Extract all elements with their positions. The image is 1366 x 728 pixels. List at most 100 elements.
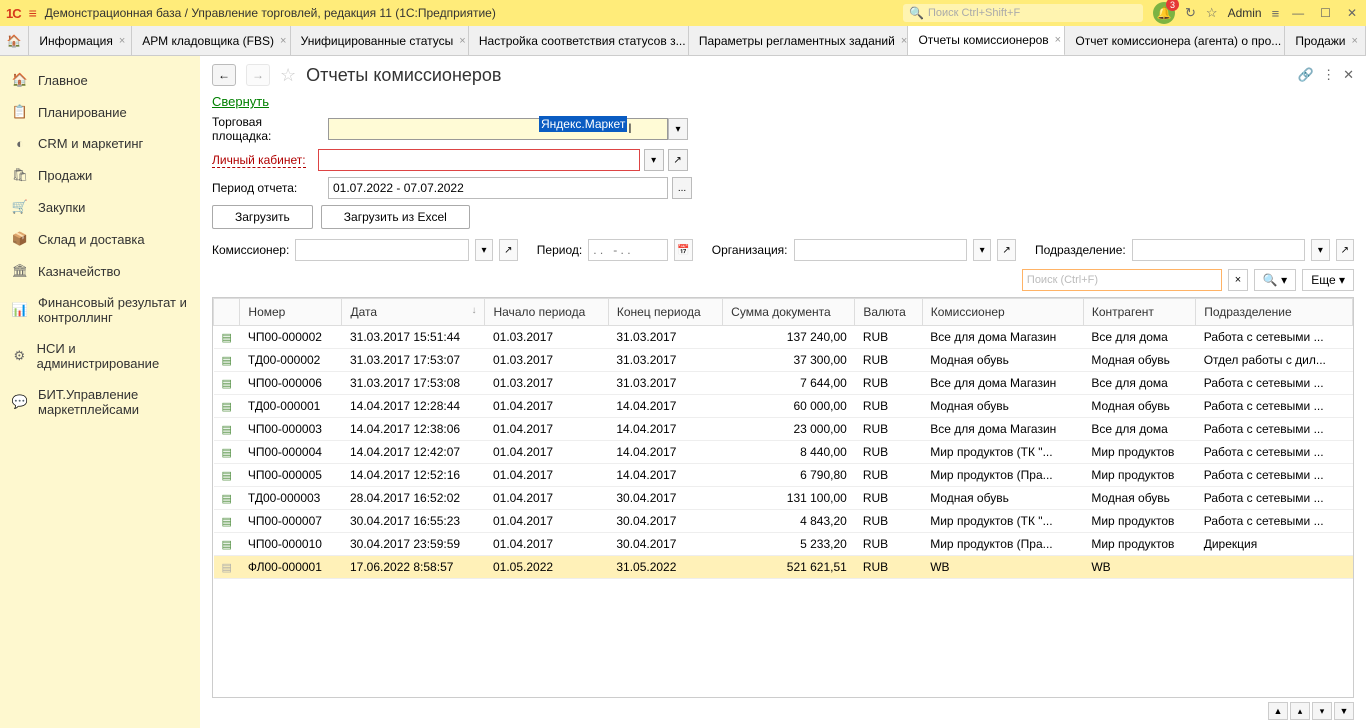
col-3[interactable]: Конец периода xyxy=(608,299,722,326)
tab-close-icon[interactable]: × xyxy=(1352,35,1358,47)
account-label[interactable]: Личный кабинет: xyxy=(212,153,306,168)
table-row[interactable]: ▤ ЧП00-000005 14.04.2017 12:52:16 01.04.… xyxy=(214,464,1353,487)
hamburger-icon[interactable]: ≡ xyxy=(29,5,37,21)
window-maximize[interactable]: ☐ xyxy=(1317,6,1334,20)
dept-input[interactable] xyxy=(1132,239,1306,261)
org-open[interactable]: ↗ xyxy=(997,239,1015,261)
nav-back[interactable]: ← xyxy=(212,64,236,86)
col-5[interactable]: Валюта xyxy=(855,299,922,326)
table-row[interactable]: ▤ ЧП00-000007 30.04.2017 16:55:23 01.04.… xyxy=(214,510,1353,533)
col-6[interactable]: Комиссионер xyxy=(922,299,1083,326)
pager-bottom[interactable]: ▼ xyxy=(1334,702,1354,720)
calendar-icon[interactable]: 📅 xyxy=(674,239,692,261)
doc-status-icon: ▤ xyxy=(222,562,232,574)
cell-ctr: Все для дома xyxy=(1083,326,1195,349)
col-2[interactable]: Начало периода xyxy=(485,299,608,326)
global-search-input[interactable] xyxy=(928,7,1128,19)
tab-close-icon[interactable]: × xyxy=(1055,34,1061,46)
link-icon[interactable]: 🔗 xyxy=(1298,67,1314,83)
tab-1[interactable]: АРМ кладовщика (FBS)× xyxy=(132,26,290,55)
table-row[interactable]: ▤ ФЛ00-000001 17.06.2022 8:58:57 01.05.2… xyxy=(214,556,1353,579)
cell-sum: 6 790,80 xyxy=(723,464,855,487)
table-row[interactable]: ▤ ЧП00-000002 31.03.2017 15:51:44 01.03.… xyxy=(214,326,1353,349)
tab-6[interactable]: Отчет комиссионера (агента) о про...× xyxy=(1065,26,1285,55)
table-row[interactable]: ▤ ЧП00-000006 31.03.2017 17:53:08 01.03.… xyxy=(214,372,1353,395)
load-excel-button[interactable]: Загрузить из Excel xyxy=(321,205,470,229)
cell-start: 01.04.2017 xyxy=(485,533,608,556)
sidebar-item-9[interactable]: 💬БИТ.Управление маркетплейсами xyxy=(0,379,200,425)
tab-3[interactable]: Настройка соответствия статусов з...× xyxy=(469,26,689,55)
commissioner-open[interactable]: ↗ xyxy=(499,239,517,261)
tab-0[interactable]: Информация× xyxy=(29,26,132,55)
marketplace-dropdown[interactable]: ▾ xyxy=(668,118,688,140)
sidebar-item-8[interactable]: ⚙НСИ и администрирование xyxy=(0,333,200,379)
favorite-toggle[interactable]: ☆ xyxy=(280,65,296,86)
tab-2[interactable]: Унифицированные статусы× xyxy=(291,26,469,55)
dept-dd[interactable]: ▾ xyxy=(1311,239,1329,261)
pager-top[interactable]: ▲ xyxy=(1268,702,1288,720)
window-minimize[interactable]: — xyxy=(1289,6,1307,20)
search-btn[interactable]: 🔍 ▾ xyxy=(1254,269,1296,291)
menu-lines-icon[interactable]: ≡ xyxy=(1272,6,1280,21)
cell-date: 17.06.2022 8:58:57 xyxy=(342,556,485,579)
account-dropdown[interactable]: ▾ xyxy=(644,149,664,171)
table-search[interactable] xyxy=(1022,269,1222,291)
account-input[interactable] xyxy=(318,149,640,171)
load-button[interactable]: Загрузить xyxy=(212,205,313,229)
cell-date: 31.03.2017 17:53:07 xyxy=(342,349,485,372)
sidebar-item-5[interactable]: 📦Склад и доставка xyxy=(0,223,200,255)
col-8[interactable]: Подразделение xyxy=(1196,299,1353,326)
sidebar-item-3[interactable]: 🛍Продажи xyxy=(0,159,200,191)
org-input[interactable] xyxy=(794,239,968,261)
pager-down[interactable]: ▾ xyxy=(1312,702,1332,720)
tab-7[interactable]: Продажи× xyxy=(1285,26,1366,55)
marketplace-input[interactable] xyxy=(328,118,668,140)
tab-close-icon[interactable]: × xyxy=(459,35,465,47)
date-filter-input[interactable] xyxy=(588,239,668,261)
table-row[interactable]: ▤ ТД00-000003 28.04.2017 16:52:02 01.04.… xyxy=(214,487,1353,510)
history-icon[interactable]: ↻ xyxy=(1185,5,1196,21)
table-row[interactable]: ▤ ТД00-000002 31.03.2017 17:53:07 01.03.… xyxy=(214,349,1353,372)
content-header: ← → ☆ Отчеты комиссионеров 🔗 ⋮ ✕ xyxy=(212,64,1354,86)
kebab-icon[interactable]: ⋮ xyxy=(1322,67,1335,83)
sidebar-item-7[interactable]: 📊Финансовый результат и контроллинг xyxy=(0,287,200,333)
sidebar-item-6[interactable]: 🏛Казначейство xyxy=(0,255,200,287)
star-icon[interactable]: ☆ xyxy=(1206,5,1218,21)
dept-open[interactable]: ↗ xyxy=(1336,239,1354,261)
table-row[interactable]: ▤ ЧП00-000010 30.04.2017 23:59:59 01.04.… xyxy=(214,533,1353,556)
table-search-clear[interactable]: × xyxy=(1228,269,1248,291)
notifications-bell[interactable]: 🔔 3 xyxy=(1153,2,1175,24)
sidebar-item-2[interactable]: ◐CRM и маркетинг xyxy=(0,128,200,159)
commissioner-dd[interactable]: ▾ xyxy=(475,239,493,261)
commissioner-input[interactable] xyxy=(295,239,469,261)
table-row[interactable]: ▤ ТД00-000001 14.04.2017 12:28:44 01.04.… xyxy=(214,395,1353,418)
tab-close-icon[interactable]: × xyxy=(280,35,286,47)
period-input[interactable] xyxy=(328,177,668,199)
user-label[interactable]: Admin xyxy=(1228,6,1262,20)
pager-up[interactable]: ▴ xyxy=(1290,702,1310,720)
col-4[interactable]: Сумма документа xyxy=(723,299,855,326)
window-close[interactable]: ✕ xyxy=(1344,6,1360,20)
period-picker[interactable]: ... xyxy=(672,177,692,199)
org-dd[interactable]: ▾ xyxy=(973,239,991,261)
table-row[interactable]: ▤ ЧП00-000004 14.04.2017 12:42:07 01.04.… xyxy=(214,441,1353,464)
dept-label: Подразделение: xyxy=(1035,243,1126,257)
table-row[interactable]: ▤ ЧП00-000003 14.04.2017 12:38:06 01.04.… xyxy=(214,418,1353,441)
col-1[interactable]: Дата↓ xyxy=(342,299,485,326)
sidebar-item-4[interactable]: 🛒Закупки xyxy=(0,191,200,223)
tab-4[interactable]: Параметры регламентных заданий× xyxy=(689,26,909,55)
more-btn[interactable]: Еще ▾ xyxy=(1302,269,1354,291)
collapse-link[interactable]: Свернуть xyxy=(212,94,1354,109)
close-icon[interactable]: ✕ xyxy=(1343,67,1354,83)
sidebar-item-0[interactable]: 🏠Главное xyxy=(0,64,200,96)
tab-5[interactable]: Отчеты комиссионеров× xyxy=(908,26,1065,55)
home-tab[interactable]: 🏠 xyxy=(0,26,29,55)
account-open[interactable]: ↗ xyxy=(668,149,688,171)
tab-close-icon[interactable]: × xyxy=(901,35,907,47)
tab-close-icon[interactable]: × xyxy=(119,35,125,47)
col-7[interactable]: Контрагент xyxy=(1083,299,1195,326)
sidebar-item-1[interactable]: 📋Планирование xyxy=(0,96,200,128)
global-search[interactable]: 🔍 xyxy=(903,4,1143,22)
col-0[interactable]: Номер xyxy=(240,299,342,326)
sidebar-item-label: БИТ.Управление маркетплейсами xyxy=(38,387,188,417)
